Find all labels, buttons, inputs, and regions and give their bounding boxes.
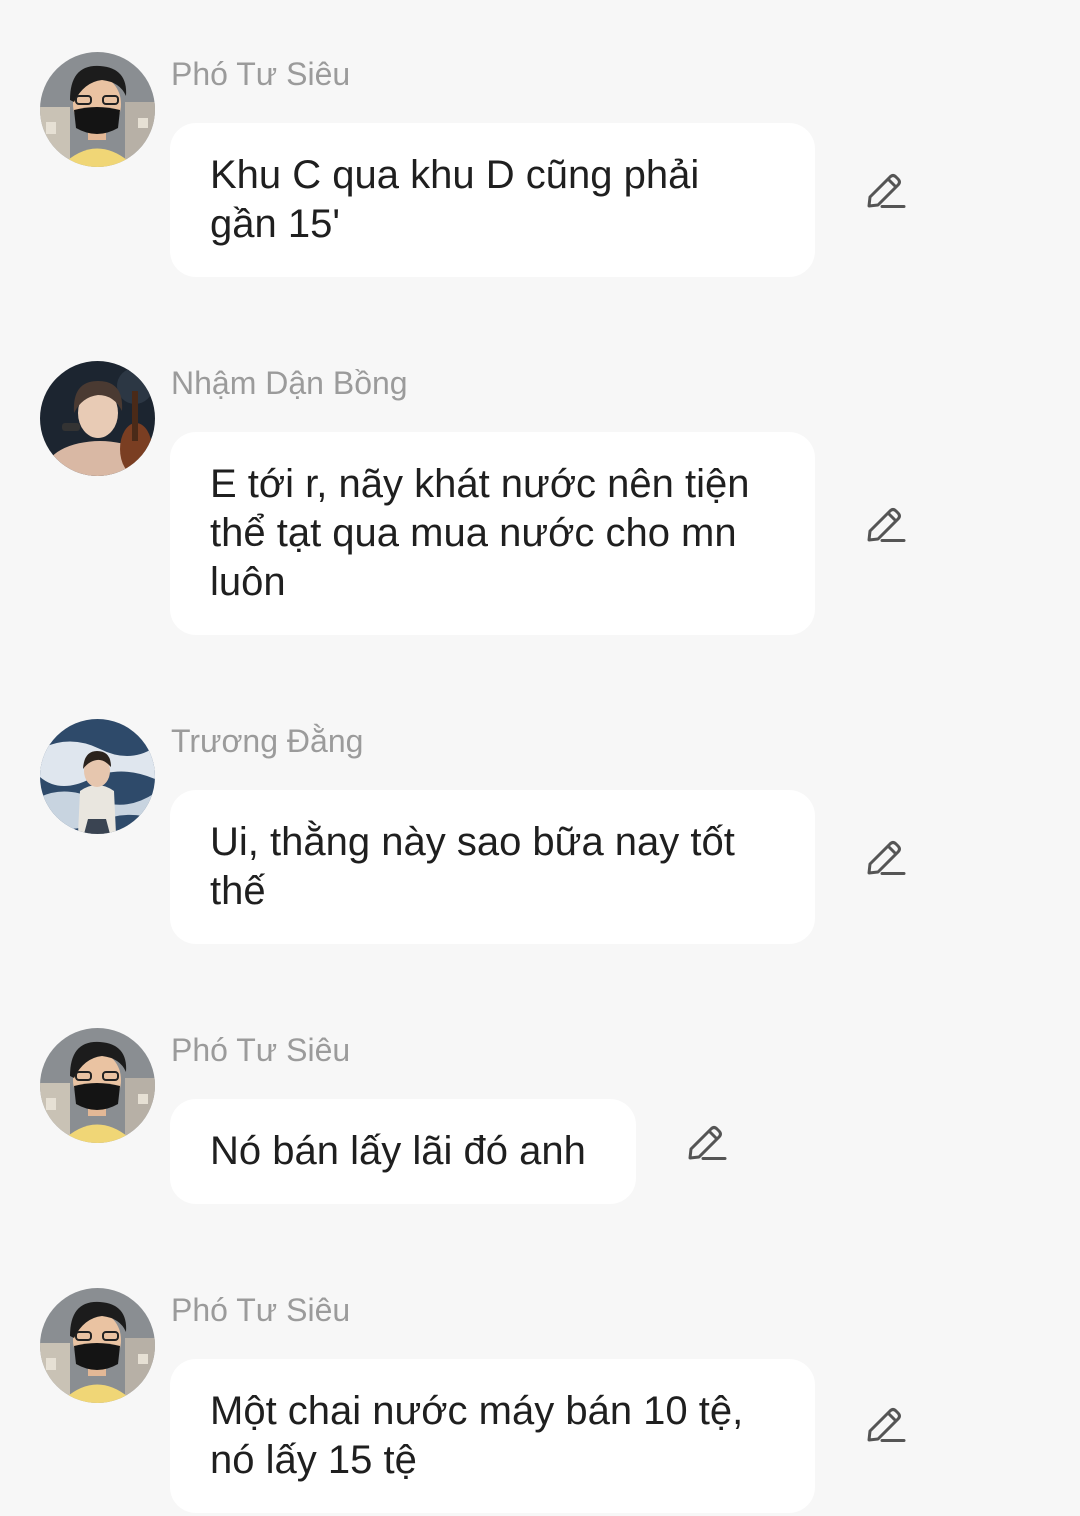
message-bubble[interactable]: Một chai nước máy bán 10 tệ, nó lấy 15 t… [170,1359,815,1513]
edit-button[interactable] [864,167,908,211]
message-bubble[interactable]: Khu C qua khu D cũng phải gần 15' [170,123,815,277]
avatar[interactable] [40,361,155,476]
sender-name: Nhậm Dận Bồng [171,365,408,401]
avatar[interactable] [40,1288,155,1403]
message-bubble[interactable]: Ui, thằng này sao bữa nay tốt thế [170,790,815,944]
message-bubble[interactable]: E tới r, nãy khát nước nên tiện thể tạt … [170,432,815,635]
sender-name: Phó Tư Siêu [171,1292,351,1328]
avatar[interactable] [40,719,155,834]
sender-name: Trương Đằng [171,723,364,759]
avatar[interactable] [40,1028,155,1143]
person-masked-avatar-icon [40,1288,155,1403]
pencil-edit-icon [864,834,908,878]
person-with-guitar-avatar-icon [40,361,155,476]
avatar[interactable] [40,52,155,167]
message-bubble[interactable]: Nó bán lấy lãi đó anh [170,1099,636,1204]
edit-button[interactable] [864,834,908,878]
pencil-edit-icon [864,1401,908,1445]
pencil-edit-icon [864,167,908,211]
edit-button[interactable] [685,1119,729,1163]
sender-name: Phó Tư Siêu [171,56,351,92]
person-at-sea-avatar-icon [40,719,155,834]
sender-name: Phó Tư Siêu [171,1032,351,1068]
pencil-edit-icon [864,501,908,545]
person-masked-avatar-icon [40,52,155,167]
person-masked-avatar-icon [40,1028,155,1143]
edit-button[interactable] [864,501,908,545]
edit-button[interactable] [864,1401,908,1445]
pencil-edit-icon [685,1119,729,1163]
